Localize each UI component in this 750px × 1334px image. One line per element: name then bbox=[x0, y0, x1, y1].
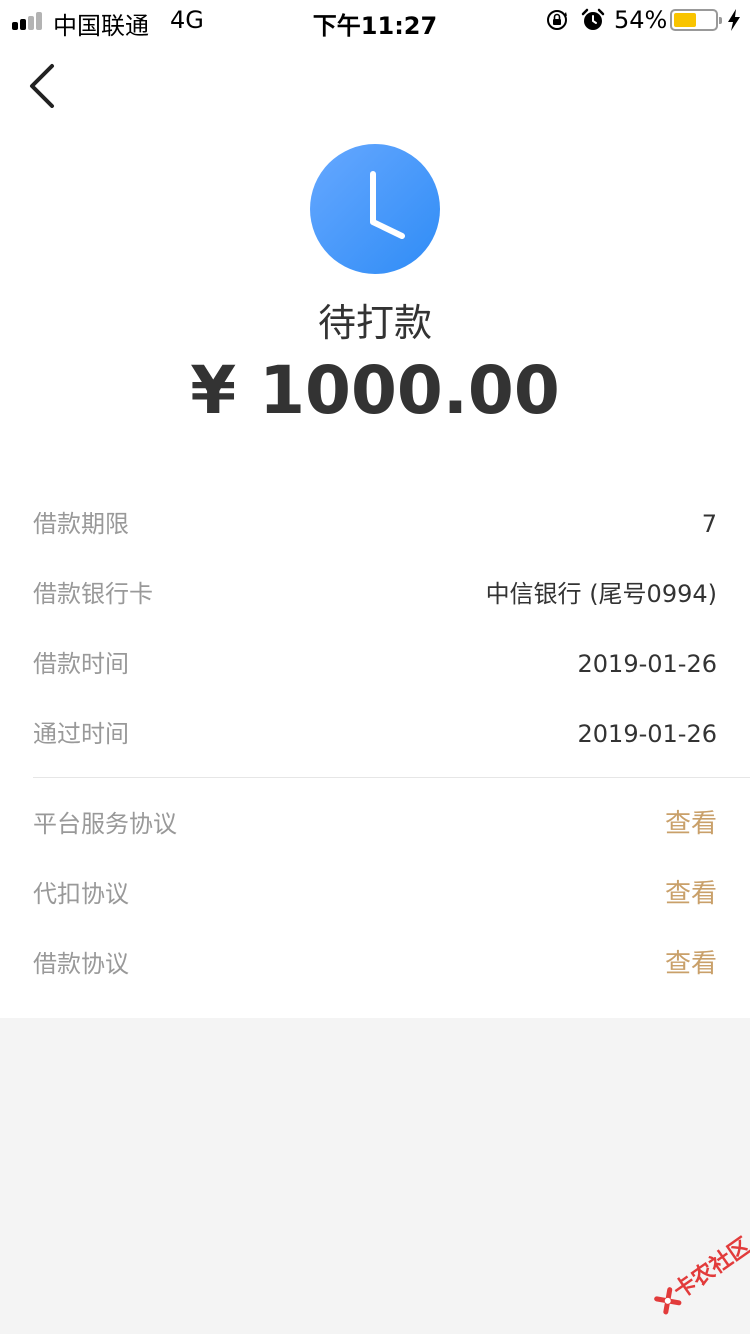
status-title: 待打款 bbox=[317, 301, 432, 345]
view-loan-agreement-link[interactable]: 查看 bbox=[665, 944, 717, 984]
agreement-label: 代扣协议 bbox=[33, 880, 129, 908]
agreement-row-platform-service: 平台服务协议 查看 bbox=[33, 804, 717, 844]
view-withholding-agreement-link[interactable]: 查看 bbox=[665, 874, 717, 914]
detail-value: 中信银行 (尾号0994) bbox=[485, 580, 717, 608]
detail-label: 借款期限 bbox=[33, 510, 129, 538]
watermark-text: 卡农社区 bbox=[669, 1233, 750, 1305]
agreement-label: 平台服务协议 bbox=[33, 810, 177, 838]
battery-percent: 54% bbox=[614, 6, 668, 34]
alarm-icon bbox=[581, 8, 605, 30]
agreement-label: 借款协议 bbox=[33, 950, 129, 978]
battery-level bbox=[674, 13, 696, 27]
detail-label: 借款银行卡 bbox=[33, 580, 153, 608]
view-platform-agreement-link[interactable]: 查看 bbox=[665, 804, 717, 844]
detail-value: 7 bbox=[701, 510, 717, 538]
divider bbox=[33, 777, 750, 778]
battery-icon bbox=[670, 9, 722, 31]
detail-row-loan-time: 借款时间 2019-01-26 bbox=[33, 644, 717, 684]
detail-value: 2019-01-26 bbox=[577, 650, 717, 678]
detail-label: 借款时间 bbox=[33, 650, 129, 678]
clock-icon bbox=[310, 144, 440, 274]
detail-row-approval-time: 通过时间 2019-01-26 bbox=[33, 714, 717, 754]
agreement-row-loan: 借款协议 查看 bbox=[33, 944, 717, 984]
detail-row-term: 借款期限 7 bbox=[33, 504, 717, 544]
status-bar: 中国联通 4G 下午11:27 54% bbox=[0, 0, 750, 40]
detail-label: 通过时间 bbox=[33, 720, 129, 748]
loan-amount: ¥ 1000.00 bbox=[190, 352, 560, 429]
watermark: 卡农社区 bbox=[635, 1216, 750, 1334]
detail-value: 2019-01-26 bbox=[577, 720, 717, 748]
orientation-lock-icon bbox=[547, 10, 567, 30]
loan-detail-card: 待打款 ¥ 1000.00 借款期限 7 借款银行卡 中信银行 (尾号0994)… bbox=[0, 40, 750, 1018]
detail-row-bank-card: 借款银行卡 中信银行 (尾号0994) bbox=[33, 574, 717, 614]
charging-bolt-icon bbox=[728, 9, 740, 31]
back-button[interactable] bbox=[24, 62, 64, 108]
agreement-row-withholding: 代扣协议 查看 bbox=[33, 874, 717, 914]
